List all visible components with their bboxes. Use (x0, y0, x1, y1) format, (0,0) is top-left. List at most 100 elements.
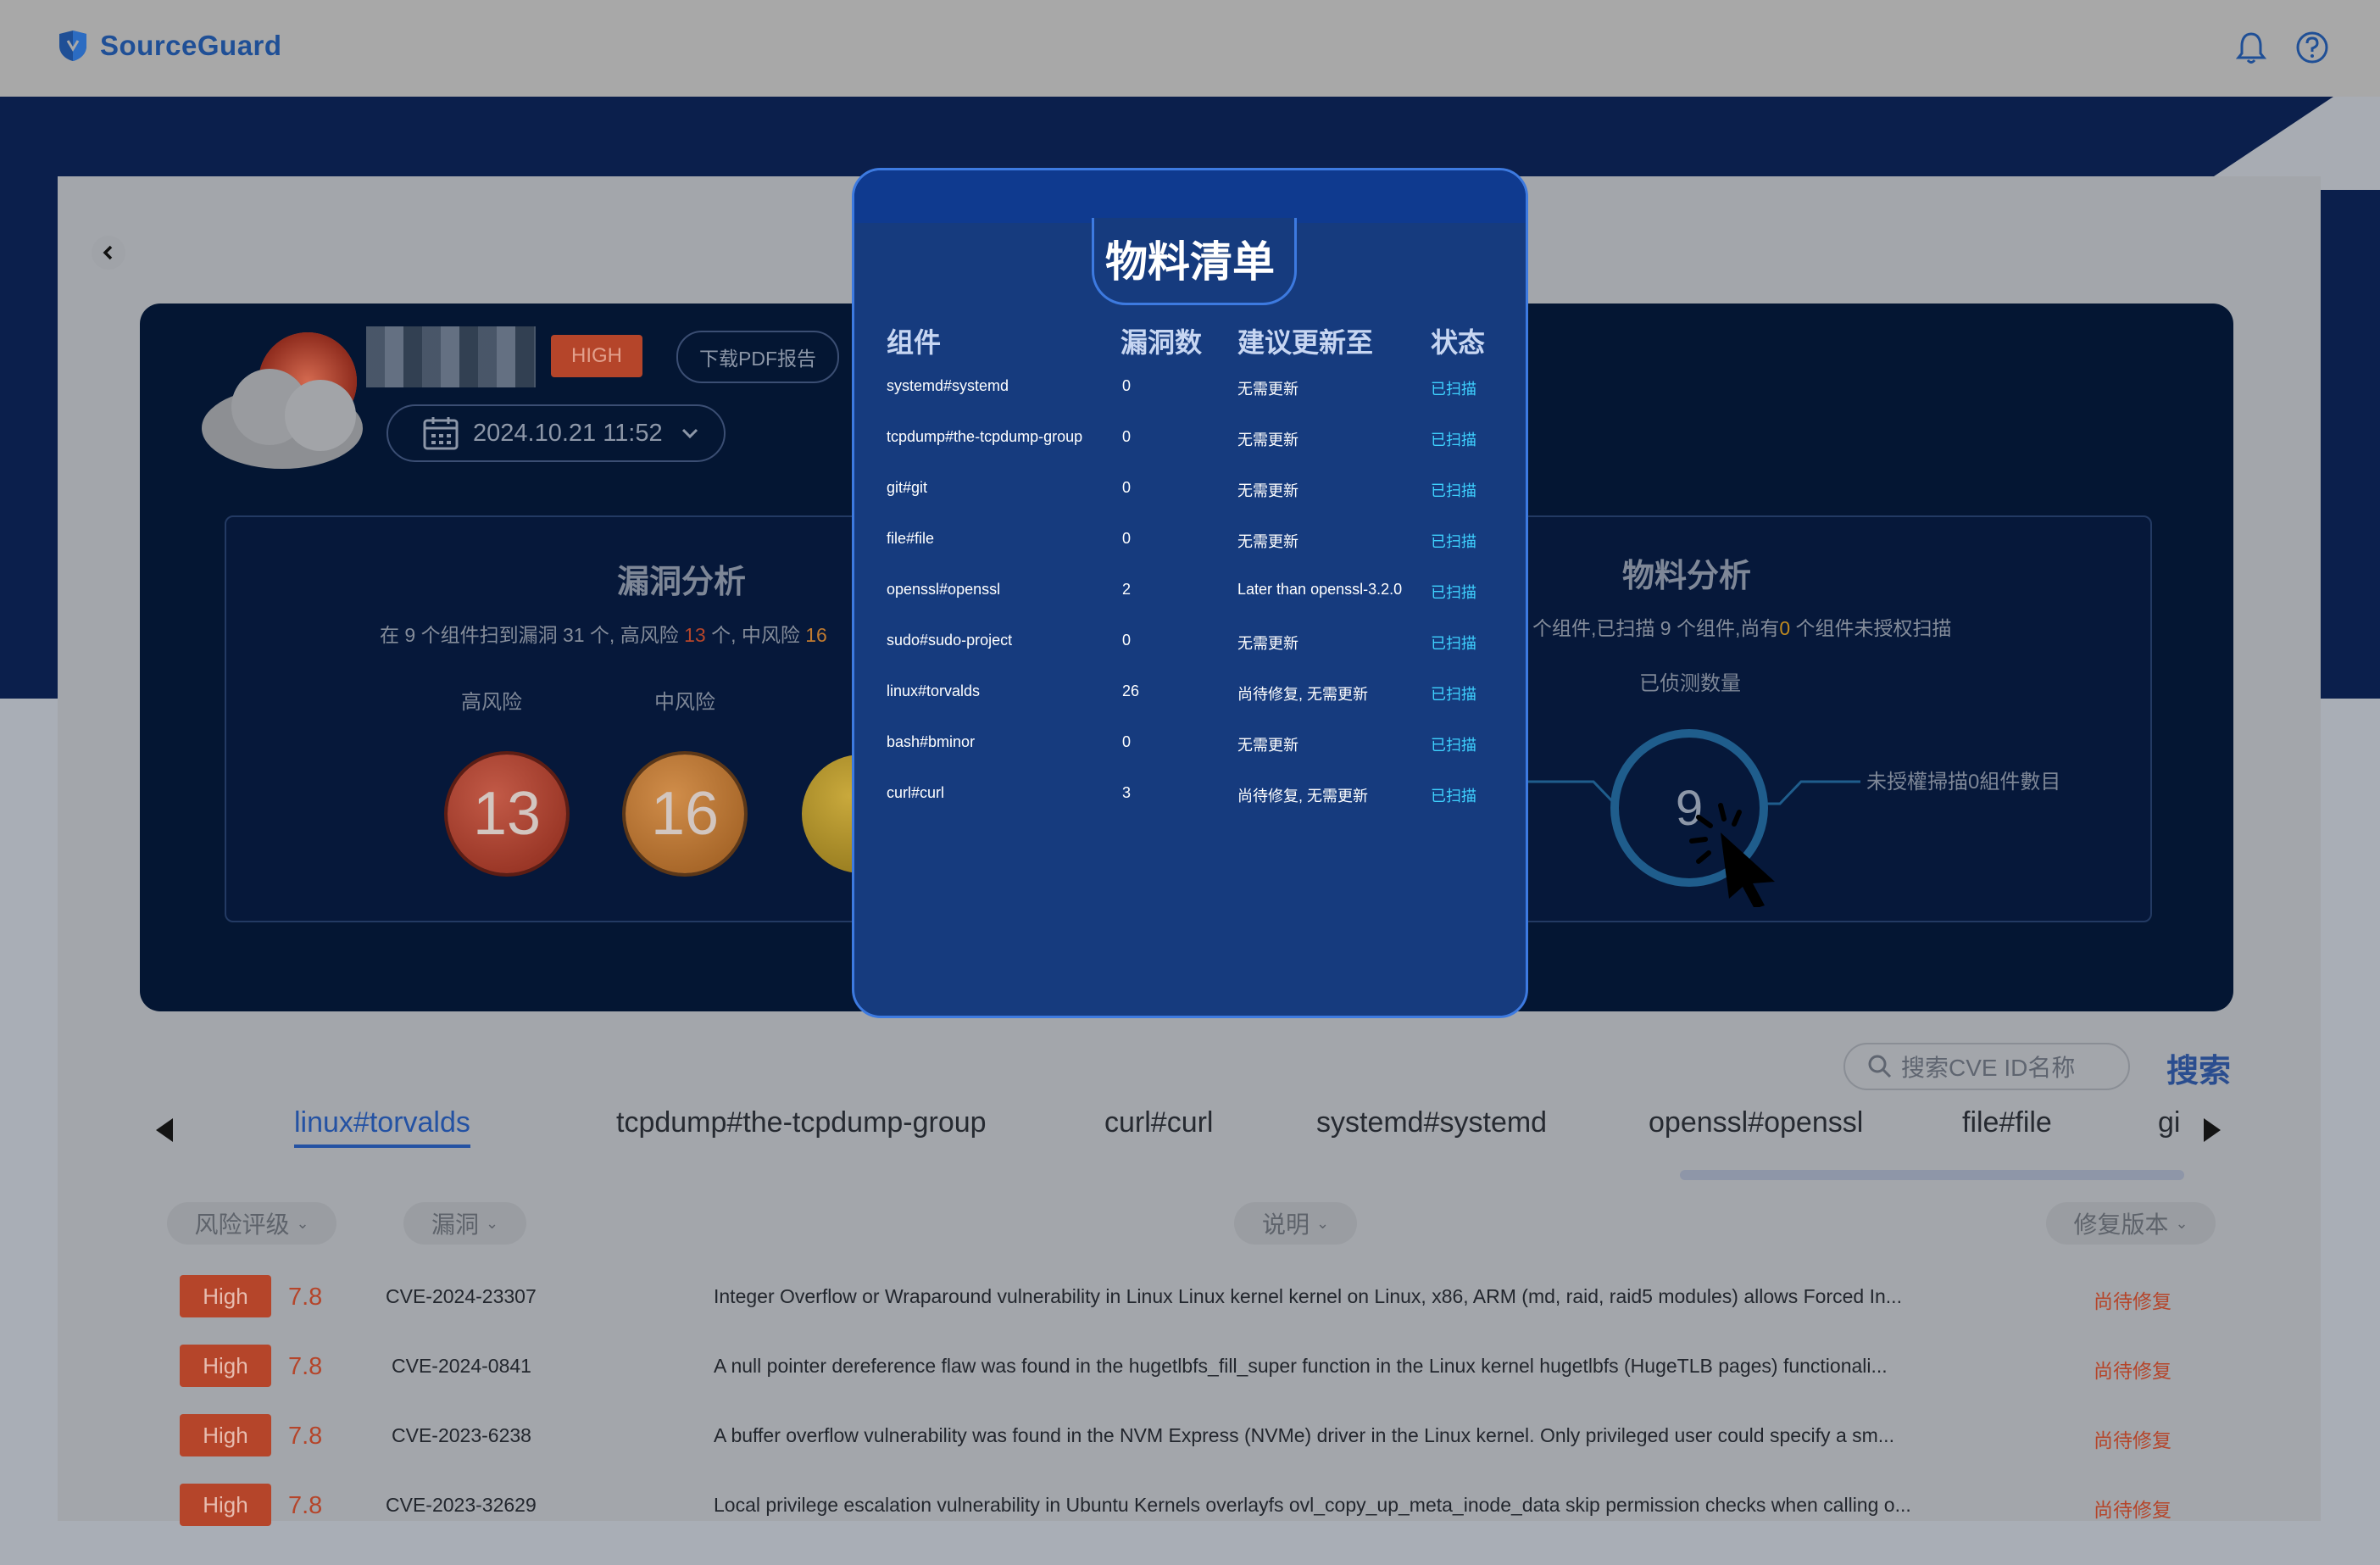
fix-version: 尚待修复 (2094, 1499, 2171, 1521)
component-name: sudo#sudo-project (887, 632, 1013, 649)
update-to: 无需更新 (1237, 635, 1298, 652)
back-button[interactable] (92, 236, 125, 270)
tab-openssl[interactable]: openssl#openssl (1649, 1106, 1863, 1139)
list-item[interactable]: openssl#openssl 2 Later than openssl-3.2.0… (854, 581, 1526, 632)
fix-filter-label: 修复版本 (2073, 1211, 2169, 1238)
component-name: tcpdump#the-tcpdump-group (887, 428, 1083, 445)
summary-text: 个组件,已扫描 9 个组件,尚有 (1532, 617, 1780, 639)
tabs-prev-arrow-icon[interactable] (156, 1118, 173, 1142)
risk-filter[interactable]: 风险评级 ⌄ (167, 1202, 336, 1245)
vuln-count: 0 (1122, 733, 1132, 750)
risk-badge: HIGH (551, 335, 642, 377)
mid-risk-count[interactable]: 16 (626, 755, 744, 873)
summary-text: 个组件未授权扫描 (1790, 617, 1952, 639)
cve-description: A null pointer dereference flaw was foun… (714, 1355, 1888, 1377)
fix-version-filter[interactable]: 修复版本 ⌄ (2046, 1202, 2216, 1245)
cve-id[interactable]: CVE-2023-6238 (392, 1424, 531, 1447)
help-icon[interactable] (2294, 29, 2331, 66)
cve-id[interactable]: CVE-2024-0841 (392, 1355, 531, 1378)
chevron-left-icon (103, 245, 113, 260)
search-placeholder: 搜索CVE ID名称 (1901, 1055, 2076, 1081)
download-pdf-button[interactable]: 下载PDF报告 (676, 331, 839, 383)
chevron-down-icon: ⌄ (1315, 1214, 1330, 1232)
modal-title: 物料清单 (1105, 238, 1275, 286)
list-item[interactable]: linux#torvalds 26 尚待修复, 无需更新 已扫描 (854, 682, 1526, 733)
vuln-count: 3 (1122, 784, 1132, 801)
desc-filter[interactable]: 说明 ⌄ (1234, 1202, 1357, 1245)
col-header-status: 状态 (1431, 327, 1486, 358)
project-name-redacted (366, 326, 536, 387)
cvss-score: 7.8 (288, 1284, 323, 1311)
table-row[interactable]: High 7.8 CVE-2024-0841 A null pointer de… (170, 1338, 2212, 1392)
cvss-score: 7.8 (288, 1353, 323, 1380)
cve-id[interactable]: CVE-2023-32629 (386, 1494, 537, 1517)
list-item[interactable]: file#file 0 无需更新 已扫描 (854, 530, 1526, 581)
cve-description: A buffer overflow vulnerability was foun… (714, 1424, 1894, 1446)
update-to: 无需更新 (1237, 737, 1298, 754)
scan-status: 已扫描 (1431, 788, 1476, 805)
tab-curl[interactable]: curl#curl (1104, 1106, 1213, 1139)
component-name: file#file (887, 530, 935, 547)
vuln-count: 0 (1122, 479, 1132, 496)
summary-text: 个, 中风险 (705, 624, 806, 646)
table-row[interactable]: High 7.8 CVE-2023-6238 A buffer overflow… (170, 1407, 2212, 1462)
bell-icon[interactable] (2233, 29, 2270, 66)
tab-file[interactable]: file#file (1962, 1106, 2052, 1139)
summary-text: 在 9 个组件扫到漏洞 31 个, 高风险 (380, 624, 685, 646)
scan-status: 已扫描 (1431, 533, 1476, 550)
tab-linux-torvalds[interactable]: linux#torvalds (294, 1106, 470, 1148)
scan-status: 已扫描 (1431, 737, 1476, 754)
table-row[interactable]: High 7.8 CVE-2023-32629 Local privilege … (170, 1477, 2212, 1531)
severity-badge: High (180, 1414, 271, 1456)
vuln-count: 0 (1122, 632, 1132, 649)
component-name: bash#bminor (887, 733, 976, 750)
chevron-down-icon (681, 428, 698, 439)
tab-systemd[interactable]: systemd#systemd (1316, 1106, 1547, 1139)
sbom-analysis-box (1441, 515, 2152, 922)
vuln-count: 0 (1122, 377, 1132, 394)
cve-id[interactable]: CVE-2024-23307 (386, 1285, 537, 1308)
col-header-count: 漏洞数 (1120, 327, 1203, 358)
vuln-count: 2 (1122, 581, 1132, 598)
chevron-down-icon: ⌄ (2175, 1214, 2188, 1232)
list-item[interactable]: tcpdump#the-tcpdump-group 0 无需更新 已扫描 (854, 428, 1526, 479)
fix-version: 尚待修复 (2094, 1290, 2171, 1312)
component-name: curl#curl (887, 784, 945, 801)
app-logo[interactable]: SourceGuard (56, 29, 282, 63)
table-row[interactable]: High 7.8 CVE-2024-23307 Integer Overflow… (170, 1268, 2212, 1323)
tabs-next-arrow-icon[interactable] (2204, 1118, 2221, 1142)
list-item[interactable]: git#git 0 无需更新 已扫描 (854, 479, 1526, 530)
vuln-count: 26 (1122, 682, 1140, 699)
list-item[interactable]: bash#bminor 0 无需更新 已扫描 (854, 733, 1526, 784)
risk-filter-label: 风险评级 (194, 1211, 290, 1238)
modal-header-strip (854, 170, 1526, 223)
tabs-scrollbar[interactable] (1680, 1170, 2184, 1180)
vuln-count: 0 (1122, 530, 1132, 547)
update-to: 尚待修复, 无需更新 (1237, 686, 1369, 703)
detected-count-label: 已侦测数量 (1639, 672, 1741, 695)
scan-status: 已扫描 (1431, 686, 1476, 703)
scan-status: 已扫描 (1431, 635, 1476, 652)
list-item[interactable]: systemd#systemd 0 无需更新 已扫描 (854, 377, 1526, 428)
tab-git-partial[interactable]: gi (2158, 1106, 2183, 1139)
scan-date-select[interactable]: 2024.10.21 11:52 (386, 404, 726, 462)
vuln-filter[interactable]: 漏洞 ⌄ (403, 1202, 526, 1245)
tab-tcpdump[interactable]: tcpdump#the-tcpdump-group (616, 1106, 987, 1139)
risk-weather-icon (202, 332, 363, 469)
unauth-count-label: 未授權掃描0組件數目 (1866, 771, 2061, 794)
shield-logo-icon (59, 31, 86, 61)
list-item[interactable]: curl#curl 3 尚待修复, 无需更新 已扫描 (854, 784, 1526, 835)
summary-unauth-count: 0 (1779, 617, 1791, 639)
search-button[interactable]: 搜索 (2166, 1044, 2231, 1091)
cvss-score: 7.8 (288, 1423, 323, 1450)
severity-badge: High (180, 1275, 271, 1317)
calendar-icon (423, 417, 459, 450)
col-header-component: 组件 (887, 327, 942, 358)
cve-description: Integer Overflow or Wraparound vulnerabi… (714, 1285, 1902, 1307)
severity-badge: High (180, 1345, 271, 1387)
search-icon (1868, 1055, 1892, 1078)
sbom-list-modal: 物料清单 组件 漏洞数 建议更新至 状态 systemd#systemd 0 无需更… (852, 168, 1528, 1018)
cve-search-input[interactable]: 搜索CVE ID名称 (1843, 1043, 2130, 1090)
high-risk-count[interactable]: 13 (448, 755, 566, 873)
list-item[interactable]: sudo#sudo-project 0 无需更新 已扫描 (854, 632, 1526, 682)
